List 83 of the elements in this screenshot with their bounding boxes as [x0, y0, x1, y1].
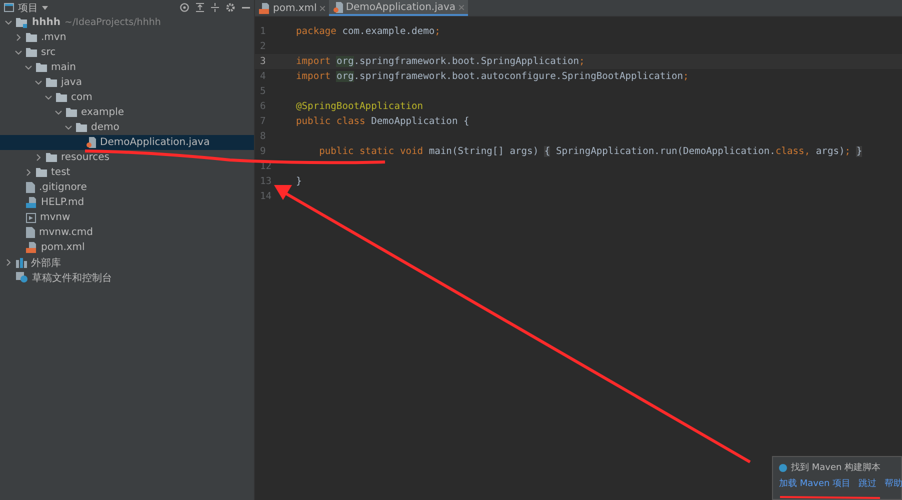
line-number: 13 [259, 176, 273, 187]
chevron-right-icon[interactable] [24, 169, 32, 176]
notification-link[interactable]: 跳过 [858, 477, 877, 490]
line-number: 6 [259, 101, 267, 112]
chevron-down-icon[interactable] [4, 19, 12, 26]
markdown-file-icon [26, 197, 37, 208]
tree-item[interactable]: test [51, 167, 70, 178]
code-line: package com.example.demo; [296, 26, 440, 37]
tree-item[interactable]: .mvn [41, 32, 66, 43]
line-number: 2 [259, 41, 267, 52]
tree-item[interactable]: .gitignore [39, 182, 87, 193]
code-line: } [296, 176, 302, 187]
tree-item[interactable]: java [61, 77, 82, 88]
path-hint: ~/IdeaProjects/hhhh [64, 17, 161, 28]
tree-item[interactable]: pom.xml [41, 242, 85, 253]
scratch-icon [16, 272, 28, 283]
folder-icon [76, 123, 87, 132]
line-number: 9 [259, 146, 267, 157]
panel-title[interactable]: 项目 [18, 0, 38, 14]
file-icon [26, 227, 35, 238]
chevron-down-icon[interactable] [14, 49, 22, 56]
maven-file-icon [259, 2, 270, 14]
chevron-down-icon[interactable] [54, 109, 62, 116]
notification-message: 找到 Maven 构建脚本 [791, 462, 881, 474]
folder-icon [26, 48, 37, 57]
java-file-icon [332, 2, 343, 12]
tree-item[interactable]: HELP.md [41, 197, 84, 208]
expand-all-icon[interactable] [196, 3, 204, 12]
code-line: import org.springframework.boot.autoconfigure.SpringBootApplication; [296, 71, 689, 82]
library-icon [16, 258, 27, 268]
java-file-icon [86, 137, 96, 148]
chevron-down-icon[interactable] [64, 124, 72, 131]
chevron-right-icon[interactable] [34, 154, 42, 161]
file-icon [26, 182, 35, 193]
minimize-icon[interactable] [242, 6, 250, 8]
tree-item[interactable]: 草稿文件和控制台 [32, 270, 112, 284]
dropdown-icon[interactable] [42, 6, 48, 10]
chevron-down-icon[interactable] [44, 94, 52, 101]
folder-icon [46, 153, 57, 162]
maven-file-icon [26, 242, 37, 253]
chevron-down-icon[interactable] [24, 64, 32, 71]
line-number: 5 [259, 86, 267, 97]
editor-tab[interactable]: pom.xml [255, 0, 329, 16]
line-number: 4 [259, 71, 267, 82]
code-line: import org.springframework.boot.SpringApplication; [296, 56, 585, 67]
tree-item[interactable]: hhhh [32, 17, 60, 28]
folder-icon [46, 78, 57, 87]
chevron-right-icon[interactable] [4, 259, 12, 266]
line-number: 8 [259, 131, 267, 142]
tree-item[interactable]: mvnw [40, 212, 70, 223]
tree-item[interactable]: mvnw.cmd [39, 227, 94, 238]
chevron-down-icon[interactable] [34, 79, 42, 86]
settings-icon[interactable] [226, 3, 235, 12]
tree-item[interactable]: 外部库 [31, 256, 61, 270]
crosshair-icon[interactable] [180, 3, 189, 12]
folder-icon [56, 93, 67, 102]
tree-item[interactable]: com [71, 92, 92, 103]
close-icon[interactable] [320, 6, 325, 10]
chevron-right-icon[interactable] [14, 34, 22, 41]
info-icon [779, 464, 787, 472]
script-file-icon [26, 212, 36, 222]
folder-icon [66, 108, 77, 117]
notification-link[interactable]: 加载 Maven 项目 [779, 477, 851, 490]
code-line: public class DemoApplication { [296, 116, 470, 127]
folder-icon [36, 63, 47, 72]
editor-tab[interactable]: DemoApplication.java [328, 0, 468, 16]
tree-item[interactable]: src [41, 47, 56, 58]
line-number: 3 [259, 56, 267, 67]
tree-item[interactable]: resources [61, 152, 110, 163]
folder-icon [36, 168, 47, 177]
line-number: 7 [259, 116, 267, 127]
folder-icon [26, 33, 37, 42]
notification-link[interactable]: 帮助 [884, 477, 902, 490]
tree-item[interactable]: demo [91, 122, 120, 133]
panel-icon [4, 3, 14, 12]
module-folder-icon [16, 18, 28, 28]
collapse-all-icon[interactable] [211, 3, 219, 12]
line-number: 14 [259, 191, 273, 202]
code-line: public static void main(String[] args) { SpringApplication.run(DemoApplication.class, args); } [318, 146, 862, 157]
tree-item[interactable]: main [51, 62, 76, 73]
tree-item[interactable]: example [81, 107, 124, 118]
code-line: @SpringBootApplication [296, 101, 424, 112]
line-number: 1 [259, 26, 267, 37]
